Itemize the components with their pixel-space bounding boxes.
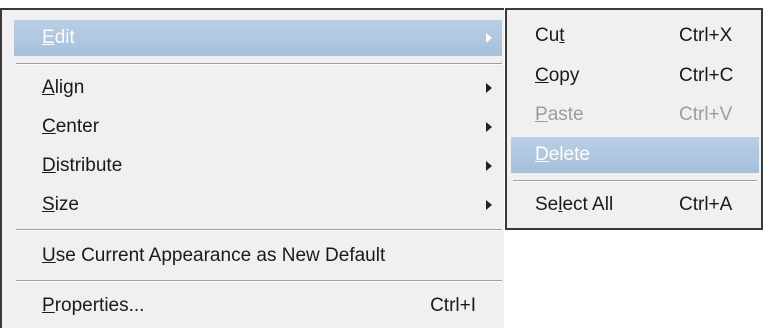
menu-item-use-current-appearance[interactable]: Use Current Appearance as New Default: [14, 238, 502, 274]
menu-item-delete[interactable]: Delete: [511, 137, 759, 173]
menu-item-copy[interactable]: Copy Ctrl+C: [511, 58, 759, 94]
menu-item-paste[interactable]: Paste Ctrl+V: [511, 97, 759, 133]
menu-item-align-label: Align: [42, 77, 85, 98]
menu-item-distribute[interactable]: Distribute: [14, 148, 502, 184]
shortcut-label: Ctrl+C: [679, 65, 734, 86]
menu-item-use-current-appearance-label: Use Current Appearance as New Default: [42, 245, 386, 266]
menu-item-edit-label: Edit: [42, 27, 75, 48]
edit-submenu: Cut Ctrl+X Copy Ctrl+C Paste Ctrl+V Dele…: [505, 8, 763, 230]
menu-item-select-all-label: Select All: [535, 194, 614, 215]
menu-item-edit[interactable]: Edit: [14, 20, 502, 56]
menu-item-cut-label: Cut: [535, 25, 565, 46]
menu-item-size-label: Size: [42, 194, 79, 215]
menu-item-center-label: Center: [42, 116, 100, 137]
menu-separator: [16, 63, 502, 65]
background-area: [511, 232, 763, 328]
chevron-right-icon: [486, 122, 492, 132]
menu-separator: [16, 229, 502, 231]
menu-item-delete-label: Delete: [535, 144, 590, 165]
menu-item-copy-label: Copy: [535, 65, 580, 86]
chevron-right-icon: [486, 33, 492, 43]
shortcut-label: Ctrl+X: [679, 25, 733, 46]
chevron-right-icon: [486, 200, 492, 210]
context-menu: Edit Align Center Distribute Size Use Cu…: [0, 8, 504, 328]
menu-item-align[interactable]: Align: [14, 70, 502, 106]
chevron-right-icon: [486, 83, 492, 93]
background-strip: [0, 0, 763, 8]
menu-item-distribute-label: Distribute: [42, 155, 123, 176]
shortcut-label: Ctrl+I: [430, 295, 476, 316]
menu-item-properties-label: Properties...: [42, 295, 145, 316]
menu-item-size[interactable]: Size: [14, 187, 502, 223]
chevron-right-icon: [486, 161, 492, 171]
menu-item-select-all[interactable]: Select All Ctrl+A: [511, 187, 759, 223]
menu-separator: [16, 280, 502, 282]
menu-item-cut[interactable]: Cut Ctrl+X: [511, 18, 759, 54]
shortcut-label: Ctrl+A: [679, 194, 733, 215]
shortcut-label: Ctrl+V: [679, 104, 733, 125]
menu-item-center[interactable]: Center: [14, 109, 502, 145]
menu-item-properties[interactable]: Properties... Ctrl+I: [14, 288, 502, 324]
menu-item-paste-label: Paste: [535, 104, 584, 125]
menu-separator: [513, 180, 757, 182]
